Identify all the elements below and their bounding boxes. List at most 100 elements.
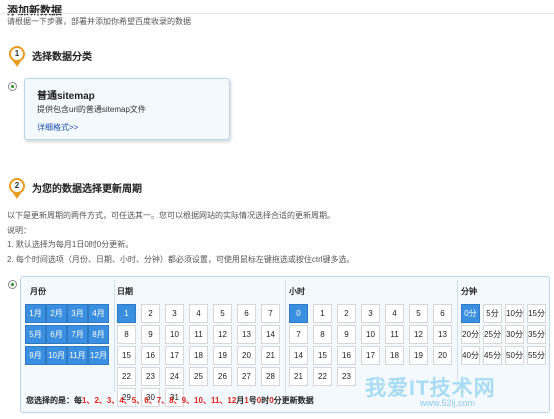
column-divider	[114, 280, 115, 392]
card-description: 提供包含url的普通sitemap文件	[37, 105, 146, 114]
minute-cell[interactable]: 45分	[483, 346, 502, 365]
day-cell[interactable]: 13	[237, 325, 256, 344]
day-cell[interactable]: 1	[117, 304, 136, 323]
minute-cell[interactable]: 20分	[461, 325, 480, 344]
month-cell[interactable]: 7月	[67, 325, 88, 344]
month-cell[interactable]: 10月	[46, 346, 67, 365]
hour-cell[interactable]: 22	[313, 367, 332, 386]
sitemap-option-card[interactable]: 普通sitemap 提供包含url的普通sitemap文件 详细格式>>	[24, 78, 230, 140]
month-cell[interactable]: 3月	[67, 304, 88, 323]
day-cell[interactable]: 15	[117, 346, 136, 365]
minute-cell[interactable]: 50分	[505, 346, 524, 365]
step-marker-tail-icon	[13, 193, 21, 199]
hour-cell[interactable]: 14	[289, 346, 308, 365]
note-1: 1. 默认选择为每月1日0时0分更新。	[7, 240, 134, 249]
hour-cell[interactable]: 12	[409, 325, 428, 344]
step-2-title: 为您的数据选择更新周期	[32, 184, 142, 195]
hour-cell[interactable]: 15	[313, 346, 332, 365]
minute-cell[interactable]: 55分	[527, 346, 546, 365]
month-cell[interactable]: 11月	[67, 346, 88, 365]
month-cell[interactable]: 8月	[88, 325, 109, 344]
day-cell[interactable]: 18	[189, 346, 208, 365]
step-marker-tail-icon	[13, 61, 21, 67]
detail-format-link[interactable]: 详细格式>>	[37, 122, 78, 133]
month-cell[interactable]: 9月	[25, 346, 46, 365]
minute-cell[interactable]: 15分	[527, 304, 546, 323]
day-cell[interactable]: 5	[213, 304, 232, 323]
day-cell[interactable]: 20	[237, 346, 256, 365]
day-cell[interactable]: 27	[237, 367, 256, 386]
hour-cell[interactable]: 18	[385, 346, 404, 365]
month-cell[interactable]: 2月	[46, 304, 67, 323]
day-cell[interactable]: 10	[165, 325, 184, 344]
note-label: 说明：	[7, 226, 31, 235]
day-cell[interactable]: 22	[117, 367, 136, 386]
month-cell[interactable]: 6月	[46, 325, 67, 344]
hour-cell[interactable]: 3	[361, 304, 380, 323]
minute-cell[interactable]: 30分	[505, 325, 524, 344]
day-cell[interactable]: 9	[141, 325, 160, 344]
day-cell[interactable]: 26	[213, 367, 232, 386]
hour-cell[interactable]: 0	[289, 304, 308, 323]
hour-cell[interactable]: 13	[433, 325, 452, 344]
hour-cell[interactable]: 1	[313, 304, 332, 323]
schedule-intro: 以下是更新周期的两件方式，可任选其一。您可以根据网站的实际情况选择合适的更新周期…	[7, 211, 335, 220]
sitemap-radio[interactable]	[8, 82, 17, 91]
minute-cell[interactable]: 5分	[483, 304, 502, 323]
day-cell[interactable]: 23	[141, 367, 160, 386]
card-title: 普通sitemap	[37, 91, 95, 102]
hour-cell[interactable]: 11	[385, 325, 404, 344]
step-1-number: 1	[9, 46, 25, 62]
hour-cell[interactable]: 17	[361, 346, 380, 365]
day-cell[interactable]: 25	[189, 367, 208, 386]
step-1-marker: 1	[9, 46, 25, 68]
step-2-number: 2	[9, 178, 25, 194]
hour-cell[interactable]: 6	[433, 304, 452, 323]
hour-cell[interactable]: 4	[385, 304, 404, 323]
day-cell[interactable]: 28	[261, 367, 280, 386]
month-cell[interactable]: 4月	[88, 304, 109, 323]
month-header: 月份	[30, 287, 46, 296]
month-cell[interactable]: 12月	[88, 346, 109, 365]
day-cell[interactable]: 7	[261, 304, 280, 323]
day-cell[interactable]: 12	[213, 325, 232, 344]
hour-cell[interactable]: 2	[337, 304, 356, 323]
minute-cell[interactable]: 25分	[483, 325, 502, 344]
page-subtitle: 请根据一下步骤，部署并添加你希望百度收录的数据	[7, 17, 191, 26]
day-cell[interactable]: 3	[165, 304, 184, 323]
day-cell[interactable]: 24	[165, 367, 184, 386]
hour-cell[interactable]: 16	[337, 346, 356, 365]
minute-cell[interactable]: 0分	[461, 304, 480, 323]
day-cell[interactable]: 19	[213, 346, 232, 365]
hour-cell[interactable]: 7	[289, 325, 308, 344]
hour-cell[interactable]: 8	[313, 325, 332, 344]
day-cell[interactable]: 17	[165, 346, 184, 365]
selection-summary: 您选择的是：每1、2、3、4、5、6、7、8、9、10、11、12月1号0时0分…	[26, 395, 314, 406]
minute-cell[interactable]: 10分	[505, 304, 524, 323]
minute-header: 分钟	[461, 287, 477, 296]
hour-cell[interactable]: 10	[361, 325, 380, 344]
minute-cell[interactable]: 35分	[527, 325, 546, 344]
summary-months: 1、2、3、4、5、6、7、8、9、10、11、12	[82, 396, 237, 405]
day-cell[interactable]: 2	[141, 304, 160, 323]
month-cell[interactable]: 1月	[25, 304, 46, 323]
hour-cell[interactable]: 19	[409, 346, 428, 365]
day-cell[interactable]: 8	[117, 325, 136, 344]
day-cell[interactable]: 14	[261, 325, 280, 344]
step-1-title: 选择数据分类	[32, 52, 92, 63]
hour-cell[interactable]: 20	[433, 346, 452, 365]
column-divider	[285, 280, 286, 392]
hour-cell[interactable]: 21	[289, 367, 308, 386]
minute-cell[interactable]: 40分	[461, 346, 480, 365]
schedule-radio[interactable]	[8, 280, 17, 289]
month-cell[interactable]: 5月	[25, 325, 46, 344]
hour-cell[interactable]: 9	[337, 325, 356, 344]
summary-prefix: 您选择的是：每	[26, 396, 82, 405]
day-cell[interactable]: 6	[237, 304, 256, 323]
day-cell[interactable]: 21	[261, 346, 280, 365]
hour-cell[interactable]: 23	[337, 367, 356, 386]
day-cell[interactable]: 4	[189, 304, 208, 323]
day-cell[interactable]: 16	[141, 346, 160, 365]
hour-cell[interactable]: 5	[409, 304, 428, 323]
day-cell[interactable]: 11	[189, 325, 208, 344]
